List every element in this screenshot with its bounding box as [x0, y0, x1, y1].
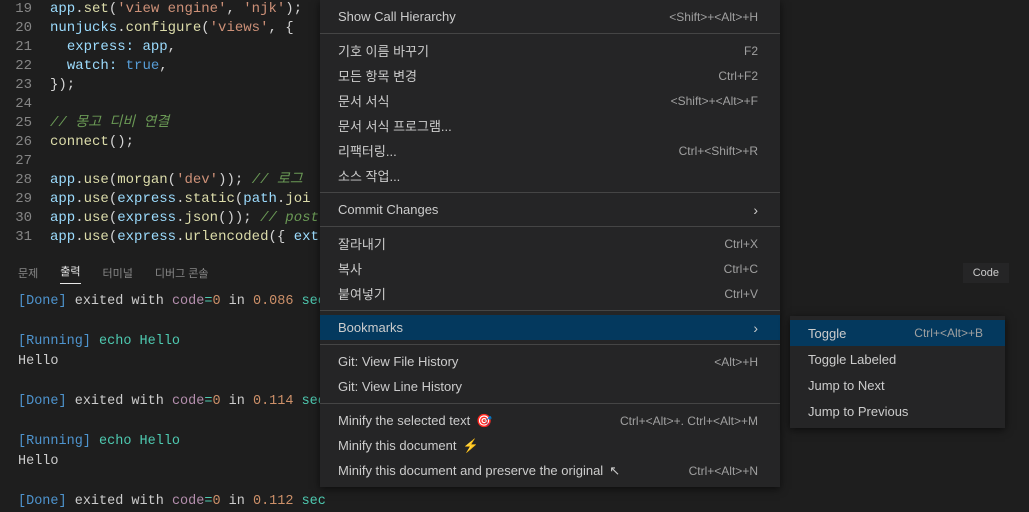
menu-item[interactable]: 모든 항목 변경 Ctrl+F2: [320, 63, 780, 88]
menu-item[interactable]: Minify this document and preserve the or…: [320, 458, 780, 483]
bookmarks-submenu: Toggle Ctrl+<Alt>+B Toggle Labeled Jump to …: [790, 316, 1005, 428]
menu-separator: [320, 310, 780, 311]
code-content[interactable]: app.set('view engine', 'njk');: [50, 0, 302, 19]
menu-separator: [320, 33, 780, 34]
menu-item-label: Commit Changes: [338, 202, 438, 217]
menu-separator: [320, 403, 780, 404]
code-content[interactable]: app.use(morgan('dev')); // 로그: [50, 171, 303, 190]
context-menu: Show Call Hierarchy <Shift>+<Alt>+H 기호 이름 …: [320, 0, 780, 487]
line-number: 28: [0, 171, 50, 190]
menu-separator: [320, 226, 780, 227]
code-content[interactable]: app.use(express.json()); // post: [50, 209, 319, 228]
line-number: 23: [0, 76, 50, 95]
menu-item[interactable]: 기호 이름 바꾸기 F2: [320, 38, 780, 63]
line-number: 27: [0, 152, 50, 171]
submenu-item-label: Jump to Previous: [808, 404, 908, 419]
menu-item-shortcut: <Shift>+<Alt>+H: [669, 10, 758, 24]
menu-item-shortcut: Ctrl+C: [724, 262, 758, 276]
line-number: 19: [0, 0, 50, 19]
output-filter[interactable]: Code: [963, 263, 1009, 283]
menu-item-label: Bookmarks: [338, 320, 403, 335]
menu-item-shortcut: <Alt>+H: [714, 355, 758, 369]
menu-item-shortcut: Ctrl+V: [724, 287, 758, 301]
menu-item-label: Minify this document and preserve the or…: [338, 463, 620, 479]
chevron-right-icon: ›: [753, 320, 758, 336]
menu-item-shortcut: Ctrl+<Shift>+R: [679, 144, 758, 158]
menu-item-label: Show Call Hierarchy: [338, 9, 456, 24]
menu-item-label: Git: View File History: [338, 354, 458, 369]
menu-item[interactable]: Minify the selected text 🎯 Ctrl+<Alt>+. C…: [320, 408, 780, 433]
menu-item[interactable]: 잘라내기 Ctrl+X: [320, 231, 780, 256]
menu-item-label: Minify the selected text 🎯: [338, 413, 492, 429]
menu-item[interactable]: Minify this document ⚡: [320, 433, 780, 458]
submenu-item-label: Toggle Labeled: [808, 352, 896, 367]
menu-item-icon: 🎯: [476, 413, 492, 429]
code-content[interactable]: app.use(express.urlencoded({ ext: [50, 228, 319, 247]
code-content[interactable]: nunjucks.configure('views', {: [50, 19, 294, 38]
code-content[interactable]: // 몽고 디비 연결: [50, 114, 169, 133]
menu-item[interactable]: Commit Changes ›: [320, 197, 780, 222]
submenu-item-shortcut: Ctrl+<Alt>+B: [914, 326, 983, 340]
menu-item-label: Git: View Line History: [338, 379, 462, 394]
output-line: [Done] exited with code=0 in 0.112 sec: [18, 492, 1011, 512]
code-content[interactable]: watch: true,: [50, 57, 168, 76]
menu-item[interactable]: 리팩터링... Ctrl+<Shift>+R: [320, 138, 780, 163]
menu-item[interactable]: Git: View Line History: [320, 374, 780, 399]
menu-item-label: 모든 항목 변경: [338, 66, 417, 85]
submenu-item[interactable]: Jump to Next: [790, 372, 1005, 398]
menu-item-label: 문서 서식 프로그램...: [338, 116, 452, 135]
menu-item-shortcut: Ctrl+<Alt>+N: [689, 464, 758, 478]
panel-tab[interactable]: 출력: [60, 263, 80, 284]
menu-item[interactable]: Git: View File History <Alt>+H: [320, 349, 780, 374]
menu-item[interactable]: Show Call Hierarchy <Shift>+<Alt>+H: [320, 4, 780, 29]
submenu-item-label: Toggle: [808, 326, 846, 341]
menu-item-shortcut: Ctrl+F2: [718, 69, 758, 83]
menu-item[interactable]: 복사 Ctrl+C: [320, 256, 780, 281]
code-content[interactable]: app.use(express.static(path.joi: [50, 190, 311, 209]
menu-item-label: 잘라내기: [338, 234, 386, 253]
line-number: 25: [0, 114, 50, 133]
menu-item-label: 소스 작업...: [338, 166, 400, 185]
submenu-item[interactable]: Jump to Previous: [790, 398, 1005, 424]
panel-tab[interactable]: 터미널: [103, 265, 133, 281]
menu-item[interactable]: 문서 서식 프로그램...: [320, 113, 780, 138]
menu-item[interactable]: 문서 서식 <Shift>+<Alt>+F: [320, 88, 780, 113]
panel-tab[interactable]: 문제: [18, 265, 38, 281]
menu-item-label: 리팩터링...: [338, 141, 397, 160]
line-number: 30: [0, 209, 50, 228]
menu-item[interactable]: Bookmarks ›: [320, 315, 780, 340]
panel-tab[interactable]: 디버그 콘솔: [155, 265, 209, 281]
line-number: 31: [0, 228, 50, 247]
menu-item[interactable]: 붙여넣기 Ctrl+V: [320, 281, 780, 306]
menu-item-label: 문서 서식: [338, 91, 389, 110]
code-content[interactable]: });: [50, 76, 75, 95]
menu-item-shortcut: Ctrl+X: [724, 237, 758, 251]
menu-separator: [320, 192, 780, 193]
line-number: 29: [0, 190, 50, 209]
submenu-item[interactable]: Toggle Ctrl+<Alt>+B: [790, 320, 1005, 346]
line-number: 20: [0, 19, 50, 38]
menu-item-label: 붙여넣기: [338, 284, 386, 303]
menu-item-label: 기호 이름 바꾸기: [338, 41, 429, 60]
menu-item-label: Minify this document ⚡: [338, 438, 479, 454]
menu-item-shortcut: <Shift>+<Alt>+F: [671, 94, 758, 108]
code-content[interactable]: connect();: [50, 133, 134, 152]
code-content[interactable]: express: app,: [50, 38, 176, 57]
submenu-item-label: Jump to Next: [808, 378, 885, 393]
line-number: 22: [0, 57, 50, 76]
menu-item-icon: ⚡: [463, 438, 479, 454]
menu-separator: [320, 344, 780, 345]
menu-item-shortcut: Ctrl+<Alt>+. Ctrl+<Alt>+M: [620, 414, 758, 428]
menu-item-shortcut: F2: [744, 44, 758, 58]
menu-item-icon: ↖: [609, 463, 620, 479]
line-number: 21: [0, 38, 50, 57]
chevron-right-icon: ›: [753, 202, 758, 218]
menu-item[interactable]: 소스 작업...: [320, 163, 780, 188]
line-number: 24: [0, 95, 50, 114]
line-number: 26: [0, 133, 50, 152]
submenu-item[interactable]: Toggle Labeled: [790, 346, 1005, 372]
menu-item-label: 복사: [338, 259, 362, 278]
